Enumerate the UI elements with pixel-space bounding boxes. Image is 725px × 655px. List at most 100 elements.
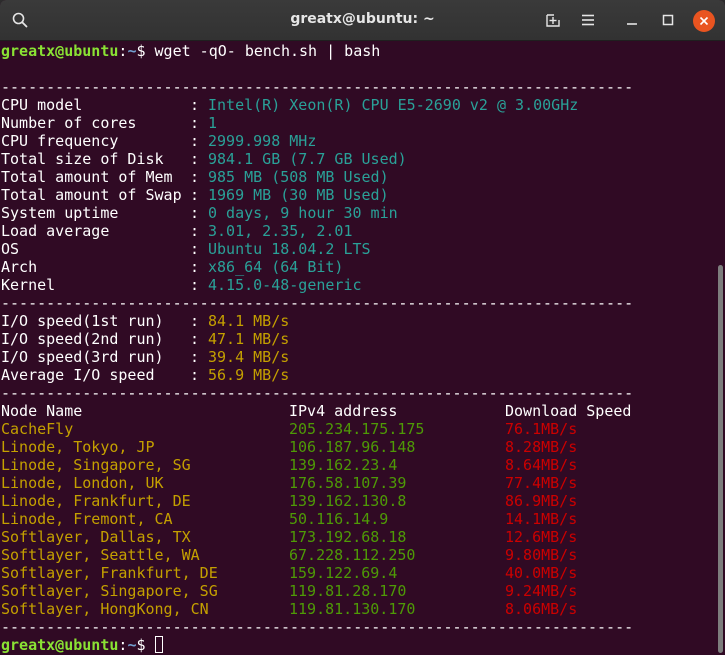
io-speed-colon: : [190, 312, 200, 330]
node-name: CacheFly [1, 420, 74, 438]
sysinfo-row: Number of cores:1 [1, 114, 715, 132]
sysinfo-row: Kernel:4.15.0-48-generic [1, 276, 715, 294]
node-ip: 139.162.23.4 [289, 456, 398, 474]
sysinfo-colon: : [190, 186, 200, 204]
node-ip: 173.192.68.18 [289, 528, 407, 546]
sysinfo-value: 2999.998 MHz [208, 132, 317, 150]
search-button[interactable] [8, 8, 32, 32]
io-speed-value: 84.1 MB/s [208, 312, 290, 330]
close-button[interactable] [693, 10, 715, 32]
node-speed: 9.24MB/s [505, 582, 578, 600]
node-name: Softlayer, Singapore, SG [1, 582, 218, 600]
sysinfo-value: 984.1 GB (7.7 GB Used) [208, 150, 407, 168]
table-row: Linode, Singapore, SG 139.162.23.4 8.64MB/… [1, 456, 715, 474]
maximize-icon [662, 14, 674, 26]
separator-line: ----------------------------------------… [1, 384, 634, 402]
node-speed: 8.28MB/s [505, 438, 578, 456]
separator-line: ----------------------------------------… [1, 618, 634, 636]
io-speed-label: Average I/O speed [1, 366, 155, 384]
header-ipv4-address: IPv4 address [289, 402, 398, 420]
new-tab-icon [546, 14, 560, 27]
text-cursor [154, 636, 163, 653]
title-bar[interactable]: greatx@ubuntu: ~ [0, 0, 725, 41]
node-speed: 9.80MB/s [505, 546, 578, 564]
sysinfo-row: Total size of Disk:984.1 GB (7.7 GB Used… [1, 150, 715, 168]
sysinfo-label: Kernel [1, 276, 56, 294]
io-speed-colon: : [190, 348, 200, 366]
node-speed: 76.1MB/s [505, 420, 578, 438]
sysinfo-label: Number of cores [1, 114, 137, 132]
sysinfo-colon: : [190, 114, 200, 132]
sysinfo-value: x86_64 (64 Bit) [208, 258, 344, 276]
window-title: greatx@ubuntu: ~ [290, 11, 435, 27]
prompt-dollar: $ [136, 42, 155, 60]
vertical-scrollbar[interactable] [715, 41, 725, 655]
terminal-window: greatx@ubuntu: ~ greatx@ubuntu:~$ wget -… [0, 0, 725, 655]
close-icon [699, 16, 709, 26]
node-name: Softlayer, Seattle, WA [1, 546, 200, 564]
node-name: Softlayer, Dallas, TX [1, 528, 191, 546]
sysinfo-colon: : [190, 240, 200, 258]
sysinfo-label: Total amount of Mem [1, 168, 173, 186]
node-name: Softlayer, Frankfurt, DE [1, 564, 218, 582]
io-speed-row: I/O speed(2nd run):47.1 MB/s [1, 330, 715, 348]
node-speed: 40.0MB/s [505, 564, 578, 582]
node-name: Linode, Fremont, CA [1, 510, 173, 528]
io-speed-value: 56.9 MB/s [208, 366, 290, 384]
io-speed-value: 47.1 MB/s [208, 330, 290, 348]
sysinfo-colon: : [190, 204, 200, 222]
sysinfo-row: Total amount of Swap:1969 MB (30 MB Used… [1, 186, 715, 204]
table-row: Softlayer, Seattle, WA 67.228.112.250 9.80… [1, 546, 715, 564]
menu-button[interactable] [576, 8, 600, 32]
sysinfo-value: 0 days, 9 hour 30 min [208, 204, 398, 222]
sysinfo-value: 1969 MB (30 MB Used) [208, 186, 389, 204]
sysinfo-label: CPU model [1, 96, 83, 114]
sysinfo-colon: : [190, 276, 200, 294]
separator-line: ----------------------------------------… [1, 78, 634, 96]
sysinfo-value: Intel(R) Xeon(R) CPU E5-2690 v2 @ 3.00GH… [208, 96, 579, 114]
node-ip: 50.116.14.9 [289, 510, 389, 528]
io-speed-colon: : [190, 330, 200, 348]
sysinfo-row: CPU frequency:2999.998 MHz [1, 132, 715, 150]
io-speed-colon: : [190, 366, 200, 384]
sysinfo-label: Total size of Disk [1, 150, 164, 168]
node-ip: 139.162.130.8 [289, 492, 407, 510]
node-speed: 8.64MB/s [505, 456, 578, 474]
sysinfo-row: Load average:3.01, 2.35, 2.01 [1, 222, 715, 240]
sysinfo-label: Total amount of Swap [1, 186, 182, 204]
table-row: CacheFly 205.234.175.175 76.1MB/s [1, 420, 715, 438]
new-tab-button[interactable] [541, 8, 565, 32]
node-name: Linode, Singapore, SG [1, 456, 191, 474]
table-row: Softlayer, Frankfurt, DE 159.122.69.4 40.0… [1, 564, 715, 582]
sysinfo-label: CPU frequency [1, 132, 119, 150]
input-prompt-line[interactable]: greatx@ubuntu:~$ [1, 636, 715, 654]
sysinfo-value: Ubuntu 18.04.2 LTS [208, 240, 371, 258]
sysinfo-row: Arch: x86_64 (64 Bit) [1, 258, 715, 276]
minimize-button[interactable] [620, 8, 644, 32]
node-speed: 14.1MB/s [505, 510, 578, 528]
sysinfo-value: 1 [208, 114, 218, 132]
node-ip: 67.228.112.250 [289, 546, 416, 564]
node-ip: 205.234.175.175 [289, 420, 425, 438]
sysinfo-colon: : [190, 96, 200, 114]
node-name: Linode, Frankfurt, DE [1, 492, 191, 510]
io-speed-row: Average I/O speed:56.9 MB/s [1, 366, 715, 384]
terminal-output[interactable]: greatx@ubuntu:~$ wget -qO- bench.sh | ba… [0, 41, 715, 655]
minimize-icon [627, 23, 637, 25]
command-text: wget -qO- bench.sh | bash [154, 42, 381, 60]
sysinfo-row: System uptime:0 days, 9 hour 30 min [1, 204, 715, 222]
node-ip: 159.122.69.4 [289, 564, 398, 582]
node-name: Linode, London, UK [1, 474, 164, 492]
maximize-button[interactable] [656, 8, 680, 32]
sysinfo-value: 4.15.0-48-generic [208, 276, 362, 294]
table-row: Linode, Fremont, CA 50.116.14.9 14.1MB/s [1, 510, 715, 528]
speed-table-header: Node Name IPv4 address Download Speed [1, 402, 715, 420]
scrollbar-thumb[interactable] [718, 265, 723, 653]
sysinfo-label: System uptime [1, 204, 119, 222]
node-ip: 176.58.107.39 [289, 474, 407, 492]
table-row: Softlayer, HongKong, CN 119.81.130.170 8.0… [1, 600, 715, 618]
node-ip: 106.187.96.148 [289, 438, 416, 456]
header-node-name: Node Name [1, 402, 83, 420]
prompt-user-host: greatx@ubuntu [1, 42, 119, 60]
prompt-dollar: $ [136, 636, 155, 654]
